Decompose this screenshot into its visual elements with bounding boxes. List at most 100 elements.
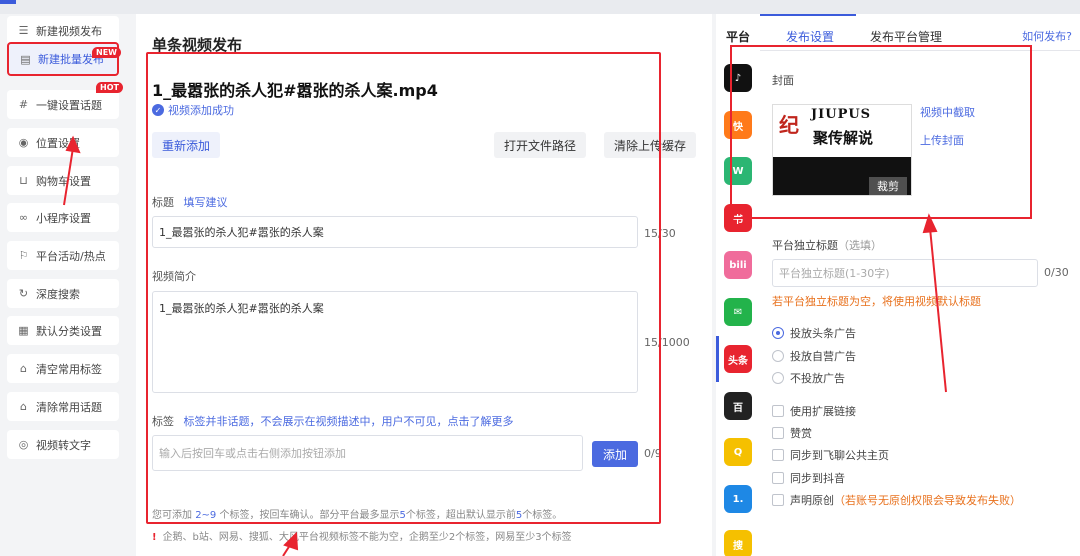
checkbox-extended-link[interactable]: 使用扩展链接 — [772, 403, 856, 419]
bilibili-icon[interactable]: bili — [724, 251, 752, 279]
tag-input-placeholder: 输入后按回车或点击右侧添加按钮添加 — [159, 447, 346, 460]
desc-label: 视频简介 — [152, 270, 196, 283]
kuaishou-icon[interactable]: 快 — [724, 111, 752, 139]
hint-part: 个标签，按回车确认。部分平台最多显示 — [216, 510, 400, 521]
checkbox[interactable] — [772, 405, 784, 417]
wechat-icon[interactable]: ✉ — [724, 298, 752, 326]
description-textarea[interactable]: 1_最嚣张的杀人犯#嚣张的杀人案 — [152, 291, 638, 393]
option-label: 投放自营广告 — [790, 350, 856, 363]
cover-logo-title: 聚传解说 — [813, 129, 874, 147]
upload-cover-link[interactable]: 上传封面 — [920, 132, 964, 148]
sidebar-item-label: 购物车设置 — [36, 174, 91, 188]
flag-icon: ⚐ — [18, 249, 29, 262]
sohu-icon[interactable]: 搜 — [724, 530, 752, 556]
open-path-button[interactable]: 打开文件路径 — [494, 132, 586, 158]
cart-icon: ⊔ — [19, 174, 28, 187]
sidebar-item-clear-tags[interactable]: ⌂ 清空常用标签 — [7, 354, 119, 383]
main-panel: 单条视频发布 1_最嚣张的杀人犯#嚣张的杀人案.mp4 ✓ 视频添加成功 重新添加… — [136, 14, 712, 556]
sidebar-item-video-to-text[interactable]: ◎ 视频转文字 — [7, 430, 119, 459]
tag-counter: 0/9 — [644, 447, 662, 460]
checkbox-original[interactable]: 声明原创 （若账号无原创权限会导致发布失败） — [772, 492, 1021, 508]
how-to-publish-link[interactable]: 如何发布? — [1022, 28, 1072, 44]
platform-glyph: 书 — [733, 214, 743, 226]
radio-unchecked[interactable] — [772, 350, 784, 362]
platform-heading: 平台 — [726, 30, 751, 44]
title-suggest-link[interactable]: 填写建议 — [184, 196, 228, 209]
add-tag-button[interactable]: 添加 — [592, 441, 638, 467]
cover-thumbnail[interactable]: 纪 JIUPUS 聚传解说 裁剪 — [772, 104, 912, 196]
tag-icon: ⌂ — [20, 362, 27, 375]
xiaohongshu-icon[interactable]: 书 — [724, 204, 752, 232]
radio-self-ads[interactable]: 投放自营广告 — [772, 348, 856, 364]
platform-glyph: ✉ — [733, 306, 743, 318]
sidebar-item-label: 新建视频发布 — [36, 24, 102, 38]
platform-glyph: 快 — [733, 121, 743, 133]
checkbox[interactable] — [772, 449, 784, 461]
radio-unchecked[interactable] — [772, 372, 784, 384]
readd-button[interactable]: 重新添加 — [152, 132, 220, 158]
checkbox[interactable] — [772, 427, 784, 439]
grid-icon: ▦ — [18, 324, 29, 337]
option-label: 声明原创 — [790, 494, 834, 507]
tab-publish-settings[interactable]: 发布设置 — [786, 28, 834, 45]
location-icon: ◉ — [18, 136, 29, 149]
sidebar-item-activity[interactable]: ⚐ 平台活动/热点 — [7, 241, 119, 270]
sidebar-item-cart[interactable]: ⊔ 购物车设置 — [7, 166, 119, 195]
video-filename: 1_最嚣张的杀人犯#嚣张的杀人案.mp4 — [152, 81, 438, 100]
tag-label-row: 标签 标签并非话题，不会展示在视频描述中，用户不可见，点击了解更多 — [152, 413, 514, 429]
title-input[interactable]: 1_最嚣张的杀人犯#嚣张的杀人案 — [152, 216, 638, 248]
xigua-icon[interactable]: W — [724, 157, 752, 185]
sidebar-item-new-video[interactable]: ☰ 新建视频发布 — [7, 16, 119, 45]
sidebar-item-miniapp[interactable]: ∞ 小程序设置 — [7, 203, 119, 232]
sidebar-item-clear-topics[interactable]: ⌂ 清除常用话题 — [7, 392, 119, 421]
sidebar-item-default-category[interactable]: ▦ 默认分类设置 — [7, 316, 119, 345]
title-counter: 15/30 — [644, 227, 676, 240]
platform-glyph: W — [732, 165, 744, 177]
platform-glyph: Q — [733, 446, 743, 458]
new-badge: NEW — [92, 47, 121, 58]
douyin-icon[interactable]: ♪ — [724, 64, 752, 92]
radio-checked[interactable] — [772, 327, 784, 339]
top-accent — [0, 0, 16, 4]
checkbox-tip[interactable]: 赞赏 — [772, 425, 812, 441]
radio-toutiao-ads[interactable]: 投放头条广告 — [772, 325, 856, 341]
sidebar-item-label: 一键设置话题 — [36, 98, 102, 112]
title-label: 标题 — [152, 196, 174, 209]
cover-logo-mark: 纪 — [779, 113, 799, 137]
clear-cache-button[interactable]: 清除上传缓存 — [604, 132, 696, 158]
radio-no-ads[interactable]: 不投放广告 — [772, 370, 845, 386]
tab-platform-manage[interactable]: 发布平台管理 — [870, 28, 942, 45]
checkbox-sync-feiliao[interactable]: 同步到飞聊公共主页 — [772, 447, 889, 463]
cover-label: 封面 — [772, 74, 794, 87]
independent-title-label: 平台独立标题（选填） — [772, 237, 882, 253]
independent-title-note: 若平台独立标题为空，将使用视频默认标题 — [772, 295, 981, 308]
option-label: 同步到飞聊公共主页 — [790, 449, 889, 462]
warning-icon: ! — [152, 532, 157, 543]
capture-from-video-link[interactable]: 视频中截取 — [920, 104, 975, 120]
independent-title-input[interactable]: 平台独立标题(1-30字) — [772, 259, 1038, 287]
checkbox-sync-douyin[interactable]: 同步到抖音 — [772, 470, 845, 486]
sidebar-item-batch-publish[interactable]: ▤ 新建批量发布 NEW — [7, 42, 121, 76]
toutiao-icon[interactable]: 头条 — [724, 345, 752, 373]
batch-icon: ▤ — [20, 52, 31, 66]
sidebar-item-location[interactable]: ◉ 位置设置 — [7, 128, 119, 157]
checkbox[interactable] — [772, 472, 784, 484]
title-label-row: 标题 填写建议 — [152, 194, 228, 210]
tag-input[interactable]: 输入后按回车或点击右侧添加按钮添加 — [152, 435, 583, 471]
baijiahao-icon[interactable]: 百 — [724, 392, 752, 420]
tag-note-link[interactable]: 标签并非话题，不会展示在视频描述中，用户不可见，点击了解更多 — [184, 415, 514, 428]
optional-text: （选填） — [838, 239, 882, 252]
yidian-icon[interactable]: 1. — [724, 485, 752, 513]
hint-number: 2~9 — [195, 510, 217, 521]
tab-divider — [760, 50, 1080, 51]
plus-list-icon: ☰ — [18, 24, 29, 37]
platform-warning: ! 企鹅、b站、网易、搜狐、大风平台视频标签不能为空，企鹅至少2个标签，网易至少3… — [152, 528, 572, 543]
qq-icon[interactable]: Q — [724, 438, 752, 466]
crop-button[interactable]: 裁剪 — [869, 177, 907, 195]
sidebar-item-topic[interactable]: # 一键设置话题 HOT — [7, 82, 123, 119]
top-strip — [0, 0, 1080, 14]
platform-glyph: 头条 — [728, 355, 748, 367]
convert-icon: ◎ — [18, 438, 29, 451]
checkbox[interactable] — [772, 494, 784, 506]
sidebar-item-deep-search[interactable]: ↻ 深度搜索 — [7, 279, 119, 308]
